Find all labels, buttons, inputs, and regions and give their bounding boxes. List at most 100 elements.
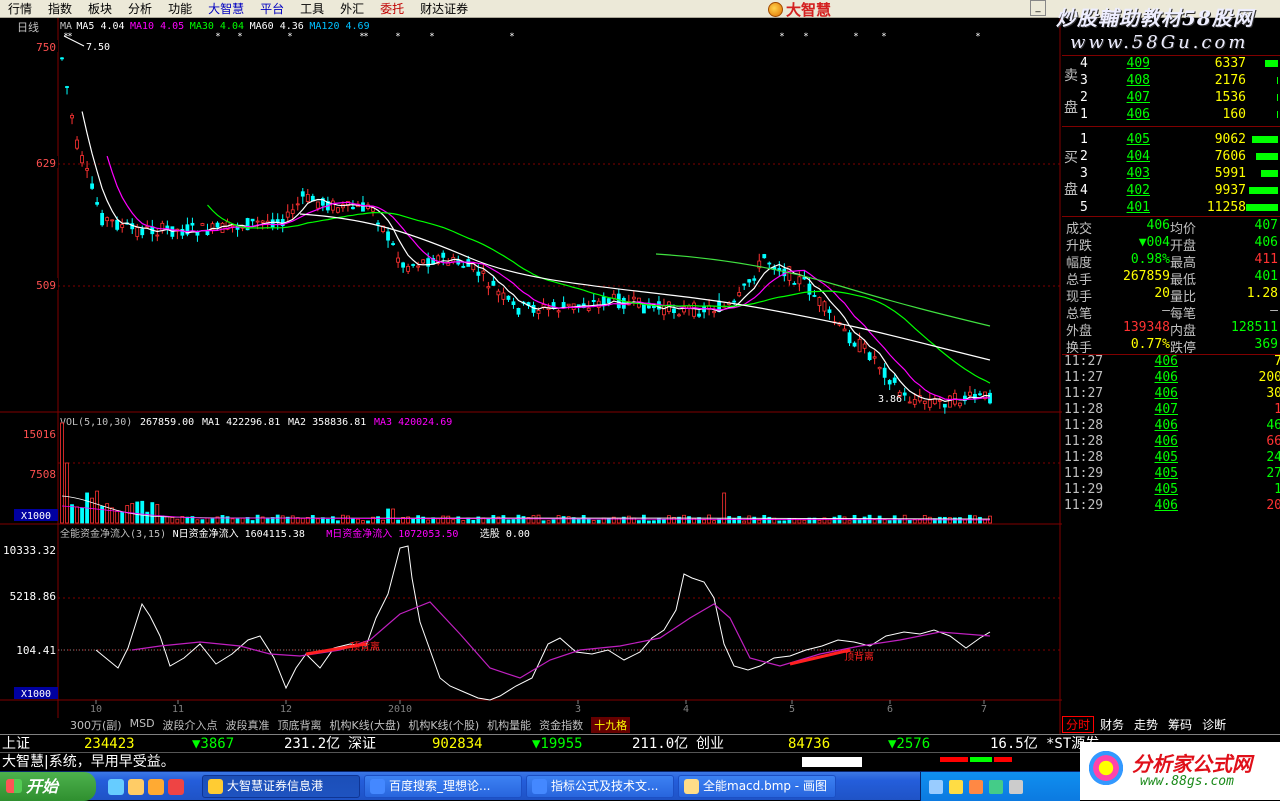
candle-body — [255, 220, 260, 223]
candle-body — [335, 207, 340, 213]
app-quick-icon[interactable] — [168, 779, 184, 795]
candle-body — [205, 230, 210, 236]
candle-body — [396, 257, 400, 263]
date-tick-label: 4 — [683, 704, 689, 715]
volume-bar — [777, 520, 782, 524]
bid-level: 1 — [1080, 132, 1088, 147]
candle-body — [401, 262, 406, 268]
tick-volume: 20 — [1266, 498, 1280, 513]
kline-chart[interactable]: 日线 MA MA5 4.04 MA10 4.05 MA30 4.04 MA60 4.36 M… — [0, 18, 1062, 734]
volume-bar — [120, 511, 125, 524]
candle-body — [461, 265, 466, 268]
cy-label[interactable]: 创业 — [696, 735, 724, 753]
side-tab-4[interactable]: 诊断 — [1198, 716, 1231, 733]
ma-legend-item: MA — [60, 21, 72, 32]
task-dazhihui[interactable]: 大智慧证券信息港 — [202, 775, 360, 798]
indicator-tab-3[interactable]: 波段真准 — [226, 717, 270, 733]
menu-item-5[interactable]: 大智慧 — [200, 0, 252, 18]
tick-price: 405 — [1154, 482, 1178, 497]
side-tab-1[interactable]: 财务 — [1096, 716, 1129, 733]
indicator-tab-2[interactable]: 波段介入点 — [163, 717, 218, 733]
volume-bar — [847, 520, 852, 524]
stat-value: 139348 — [1123, 320, 1170, 335]
bid-price: 403 — [1126, 166, 1150, 181]
candle-body — [672, 308, 676, 314]
side-tab-0[interactable]: 分时 — [1062, 716, 1095, 733]
ie-icon[interactable] — [108, 779, 124, 795]
task-formula-doc[interactable]: 指标公式及技术文... — [526, 775, 674, 798]
minimize-icon[interactable]: _ — [1030, 0, 1046, 16]
menu-item-7[interactable]: 工具 — [292, 0, 332, 18]
menu-item-10[interactable]: 财达证券 — [412, 0, 476, 18]
ask-level: 1 — [1080, 107, 1088, 122]
task-label: 大智慧证券信息港 — [227, 779, 324, 793]
event-star-icon: * — [975, 32, 980, 42]
divergence-label: 顶背离 — [350, 640, 380, 653]
tray-icon[interactable] — [949, 780, 963, 794]
candle-body — [315, 201, 320, 209]
tick-price: 406 — [1154, 418, 1178, 433]
candle-body — [135, 227, 140, 237]
candle-body — [872, 356, 877, 359]
tick-price: 405 — [1154, 466, 1178, 481]
vol-legend-item: VOL(5,10,30) — [60, 417, 132, 428]
indicator-tab-1[interactable]: MSD — [130, 717, 155, 733]
menu-item-2[interactable]: 板块 — [80, 0, 120, 18]
menu-item-4[interactable]: 功能 — [160, 0, 200, 18]
candle-body — [742, 283, 747, 286]
event-star-icon: * — [509, 32, 514, 42]
volume-bar — [170, 516, 175, 524]
desktop-icon[interactable] — [128, 779, 144, 795]
sh-label[interactable]: 上证 — [2, 735, 30, 753]
folder-icon[interactable] — [148, 779, 164, 795]
side-tab-2[interactable]: 走势 — [1130, 716, 1163, 733]
side-tab-3[interactable]: 筹码 — [1164, 716, 1197, 733]
candle-body — [887, 380, 892, 385]
volume-bar — [105, 503, 110, 524]
volume-bar — [125, 505, 130, 524]
bid-row: 4 402 9937 — [1062, 183, 1280, 200]
menu-item-0[interactable]: 行情 — [0, 0, 40, 18]
volume-bar — [195, 519, 200, 524]
menu-item-6[interactable]: 平台 — [252, 0, 292, 18]
candle-body — [692, 302, 696, 317]
tick-time: 11:27 — [1064, 354, 1104, 369]
indicator-tab-0[interactable]: 300万(副) — [70, 717, 122, 733]
indicator-tab-8[interactable]: 资金指数 — [539, 717, 583, 733]
volume-bar — [341, 514, 345, 524]
date-tick-label: 12 — [280, 704, 292, 715]
start-button[interactable]: 开始 — [0, 772, 96, 801]
tray-icon[interactable] — [929, 780, 943, 794]
menu-item-8[interactable]: 外汇 — [332, 0, 372, 18]
volume-bar — [356, 518, 360, 524]
sz-value: 902834 — [432, 736, 483, 752]
ask-price: 406 — [1126, 107, 1150, 122]
stat-row: 换手 0.77% 跌停 369 — [1062, 337, 1280, 356]
volume-bar — [135, 501, 140, 524]
indicator-tab-9[interactable]: 十九格 — [591, 717, 631, 733]
tray-icon[interactable] — [969, 780, 983, 794]
menu-item-9[interactable]: 委托 — [372, 0, 412, 18]
candle-body — [200, 223, 205, 226]
indicator-tab-4[interactable]: 顶底背离 — [278, 717, 322, 733]
task-paint[interactable]: 全能macd.bmp - 画图 — [678, 775, 836, 798]
menu-item-1[interactable]: 指数 — [40, 0, 80, 18]
candle-body — [958, 402, 962, 407]
ask-volume: 160 — [1222, 107, 1246, 122]
volume-bar — [626, 515, 631, 524]
indicator-tab-6[interactable]: 机构K线(个股) — [408, 717, 479, 733]
tick-row: 11:27 406 200 — [1062, 370, 1280, 386]
task-baidu[interactable]: 百度搜索_理想论... — [364, 775, 522, 798]
volume-bar — [255, 514, 260, 524]
tick-time: 11:27 — [1064, 386, 1104, 401]
sz-label[interactable]: 深证 — [348, 735, 376, 753]
menu-item-3[interactable]: 分析 — [120, 0, 160, 18]
indicator-tab-5[interactable]: 机构K线(大盘) — [330, 717, 401, 733]
volume-bar — [757, 519, 762, 524]
sz-amount: 211.0亿 — [632, 736, 689, 752]
tray-icon[interactable] — [989, 780, 1003, 794]
indicator-tab-7[interactable]: 机构量能 — [487, 717, 531, 733]
candle-body — [95, 202, 100, 205]
volume-icon[interactable] — [1009, 780, 1023, 794]
watermark-url: www.58Gu.com — [1070, 32, 1249, 53]
